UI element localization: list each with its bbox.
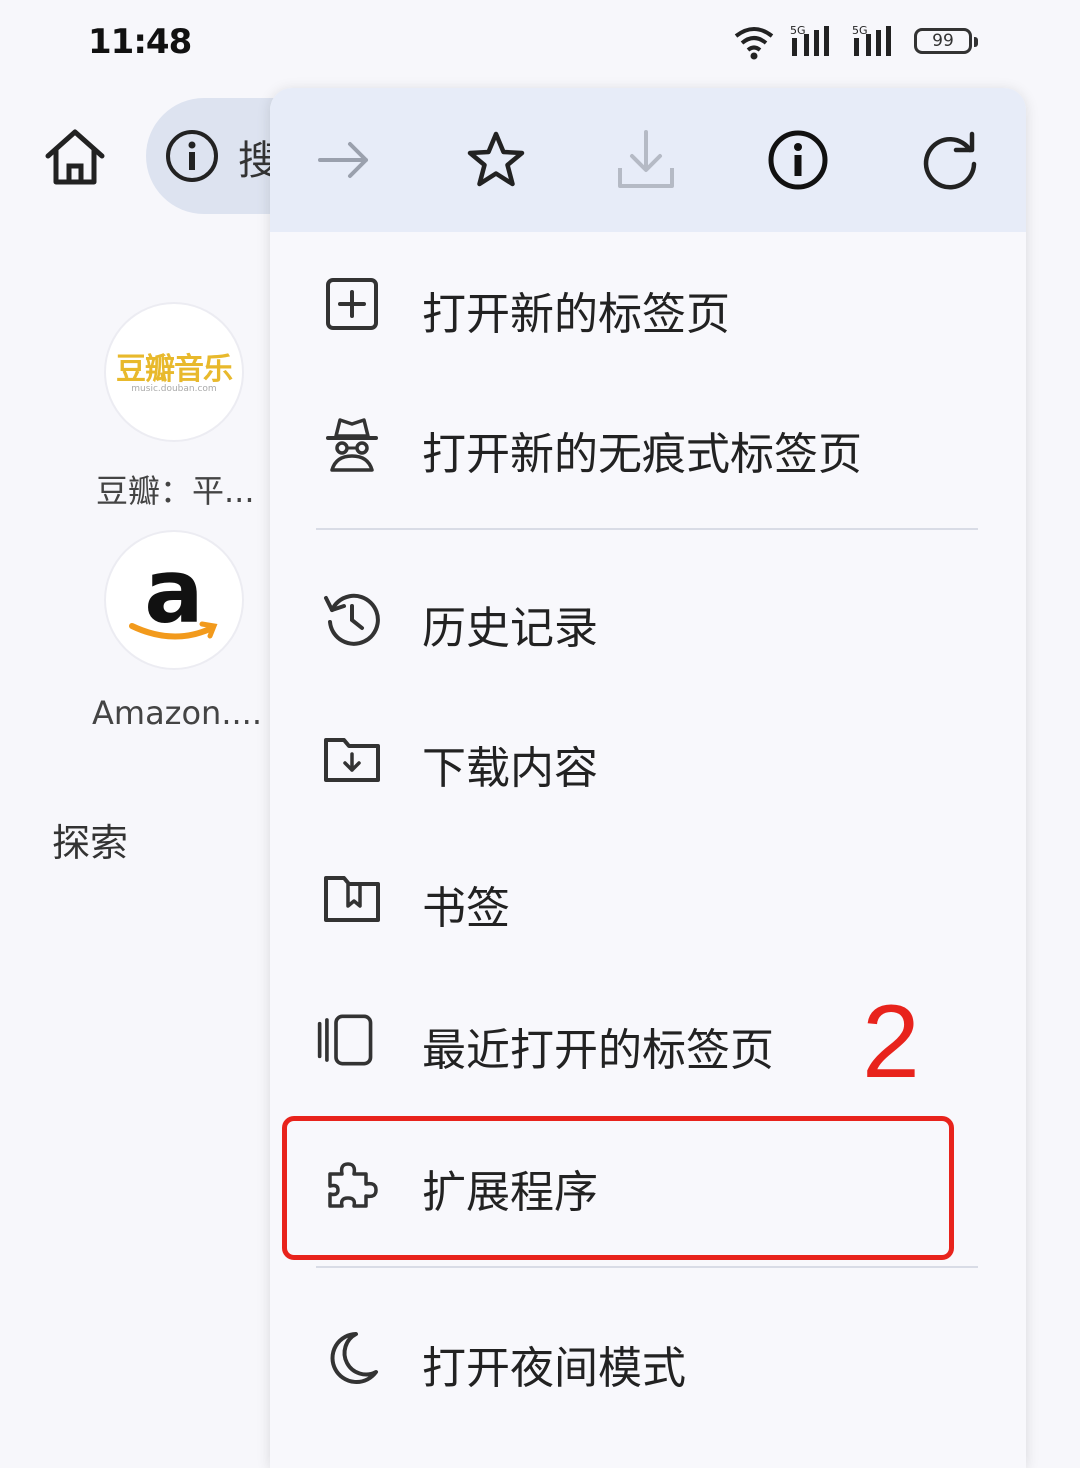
menu-item-new-incognito-tab[interactable]: 打开新的无痕式标签页: [270, 384, 1026, 504]
forward-arrow-icon[interactable]: [312, 128, 376, 192]
home-icon[interactable]: [40, 122, 110, 192]
menu-item-label: 最近打开的标签页: [422, 1025, 774, 1076]
reload-icon[interactable]: [918, 128, 982, 192]
star-icon[interactable]: [464, 128, 528, 192]
recent-tabs-icon: [317, 1014, 373, 1066]
menu-item-night-mode[interactable]: 打开夜间模式: [270, 1298, 1026, 1418]
step-number-annotation: 2: [862, 984, 920, 1100]
speed-dial-amazon-label[interactable]: Amazon....: [92, 694, 262, 732]
info-icon[interactable]: [766, 128, 830, 192]
explore-heading: 探索: [52, 821, 129, 865]
bookmarks-folder-icon: [324, 876, 380, 922]
menu-item-new-tab[interactable]: 打开新的标签页: [270, 244, 1026, 364]
menu-item-history[interactable]: 历史记录: [270, 558, 1026, 678]
menu-item-label: 打开新的无痕式标签页: [422, 429, 862, 480]
battery-indicator: 99: [914, 28, 978, 54]
amazon-smile-icon: [129, 621, 218, 640]
menu-item-label: 下载内容: [422, 743, 598, 794]
download-icon[interactable]: [614, 128, 678, 192]
downloads-folder-icon: [324, 738, 380, 782]
douban-logo: 豆瓣音乐: [116, 352, 233, 387]
status-bar: 11:48 5G 5G 99: [0, 0, 1080, 88]
menu-item-label: 书签: [422, 883, 510, 934]
cell-signal-2-icon: 5G: [852, 24, 891, 56]
speed-dial-douban[interactable]: 豆瓣音乐 music.douban.com: [106, 304, 242, 440]
speed-dial-amazon[interactable]: a: [106, 532, 242, 668]
incognito-icon: [326, 418, 378, 472]
highlight-box-annotation: [282, 1116, 954, 1260]
menu-item-label: 打开夜间模式: [422, 1343, 686, 1394]
menu-item-label: 打开新的标签页: [422, 289, 730, 340]
menu-item-downloads[interactable]: 下载内容: [270, 698, 1026, 818]
menu-item-label: 历史记录: [422, 603, 598, 654]
history-icon: [324, 593, 380, 646]
wifi-icon: [734, 27, 774, 60]
signal-label-1: 5G: [790, 24, 806, 37]
douban-logo-sub: music.douban.com: [131, 384, 217, 394]
status-time: 11:48: [88, 22, 192, 62]
menu-item-bookmarks[interactable]: 书签: [270, 838, 1026, 958]
menu-divider: [316, 528, 978, 530]
site-info-icon[interactable]: [164, 128, 220, 184]
signal-label-2: 5G: [852, 24, 868, 37]
speed-dial-douban-label[interactable]: 豆瓣：平...: [96, 466, 255, 512]
moon-icon: [330, 1332, 378, 1384]
menu-toolbar: [270, 88, 1026, 232]
cell-signal-1-icon: 5G: [790, 24, 829, 56]
menu-divider: [316, 1266, 978, 1268]
new-tab-icon: [326, 278, 378, 330]
browser-menu: 打开新的标签页 打开新的无痕式标签页 历史记录 下载内容 书签 最近打开的标签页…: [270, 88, 1026, 1468]
